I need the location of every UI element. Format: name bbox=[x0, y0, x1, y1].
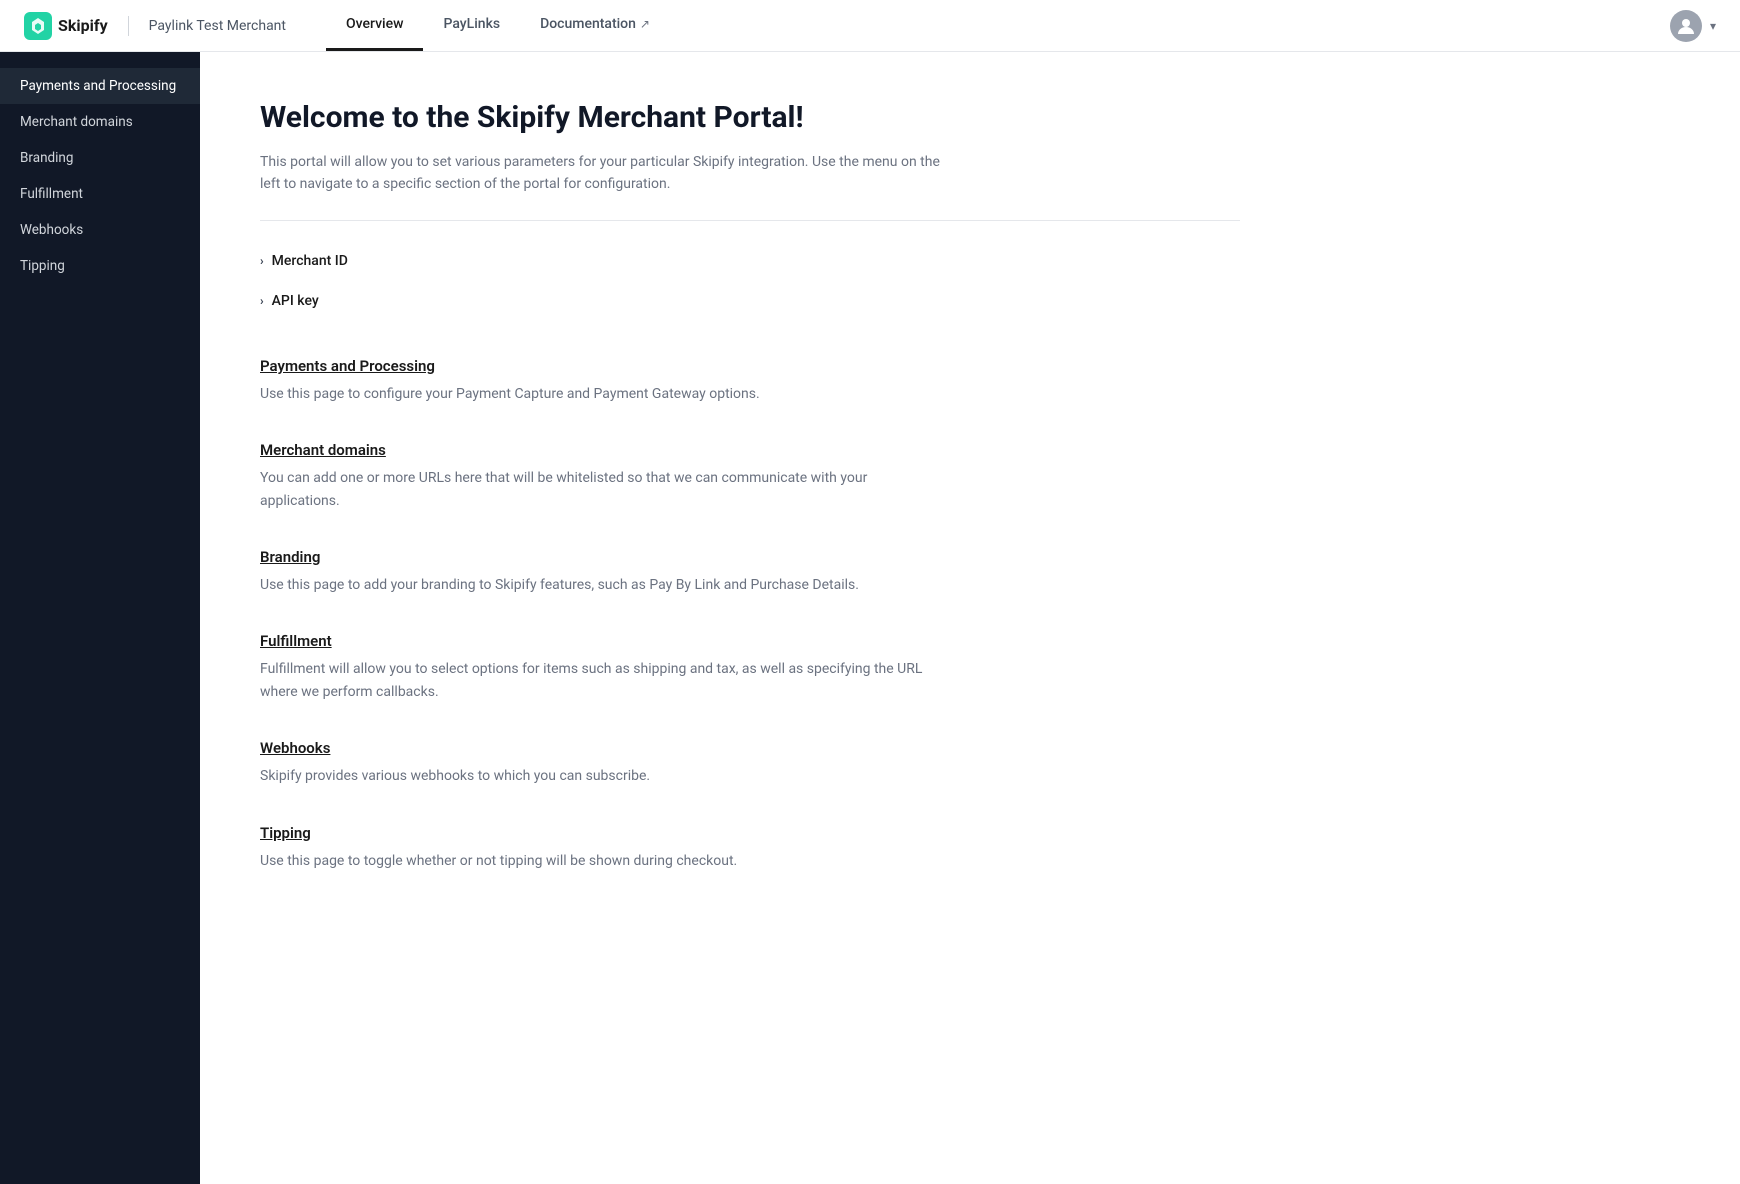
sidebar: Payments and Processing Merchant domains… bbox=[0, 52, 200, 1184]
merchant-name: Paylink Test Merchant bbox=[149, 18, 286, 34]
section-tipping: Tipping Use this page to toggle whether … bbox=[260, 824, 1240, 872]
section-desc-webhooks: Skipify provides various webhooks to whi… bbox=[260, 765, 940, 787]
sidebar-item-payments[interactable]: Payments and Processing bbox=[0, 68, 200, 104]
accordion-header-api-key[interactable]: › API key bbox=[260, 285, 1240, 317]
section-merchant-domains: Merchant domains You can add one or more… bbox=[260, 441, 1240, 512]
sidebar-item-merchant-domains[interactable]: Merchant domains bbox=[0, 104, 200, 140]
section-desc-merchant-domains: You can add one or more URLs here that w… bbox=[260, 467, 940, 512]
sidebar-item-tipping[interactable]: Tipping bbox=[0, 248, 200, 284]
user-icon bbox=[1676, 16, 1696, 36]
accordion-header-merchant-id[interactable]: › Merchant ID bbox=[260, 245, 1240, 277]
section-link-payments[interactable]: Payments and Processing bbox=[260, 357, 1240, 375]
user-avatar[interactable] bbox=[1670, 10, 1702, 42]
sidebar-item-fulfillment[interactable]: Fulfillment bbox=[0, 176, 200, 212]
page-subtitle: This portal will allow you to set variou… bbox=[260, 151, 940, 196]
user-menu-chevron[interactable]: ▾ bbox=[1710, 19, 1716, 33]
tab-overview[interactable]: Overview bbox=[326, 0, 423, 51]
sidebar-item-branding[interactable]: Branding bbox=[0, 140, 200, 176]
nav-right: ▾ bbox=[1670, 10, 1716, 42]
section-payments: Payments and Processing Use this page to… bbox=[260, 357, 1240, 405]
main-content: Welcome to the Skipify Merchant Portal! … bbox=[200, 52, 1300, 1184]
section-branding: Branding Use this page to add your brand… bbox=[260, 548, 1240, 596]
divider bbox=[260, 220, 1240, 221]
sidebar-item-webhooks[interactable]: Webhooks bbox=[0, 212, 200, 248]
spacer bbox=[260, 325, 1240, 357]
section-link-merchant-domains[interactable]: Merchant domains bbox=[260, 441, 1240, 459]
section-desc-fulfillment: Fulfillment will allow you to select opt… bbox=[260, 658, 940, 703]
section-desc-branding: Use this page to add your branding to Sk… bbox=[260, 574, 940, 596]
section-link-branding[interactable]: Branding bbox=[260, 548, 1240, 566]
section-link-tipping[interactable]: Tipping bbox=[260, 824, 1240, 842]
section-webhooks: Webhooks Skipify provides various webhoo… bbox=[260, 739, 1240, 787]
page-title: Welcome to the Skipify Merchant Portal! bbox=[260, 100, 1240, 135]
section-desc-payments: Use this page to configure your Payment … bbox=[260, 383, 940, 405]
nav-tabs: Overview PayLinks Documentation ↗ bbox=[326, 0, 670, 51]
brand-name: Skipify bbox=[58, 16, 108, 35]
accordion-merchant-id[interactable]: › Merchant ID bbox=[260, 245, 1240, 277]
skipify-logo[interactable]: Skipify bbox=[24, 12, 108, 40]
section-link-webhooks[interactable]: Webhooks bbox=[260, 739, 1240, 757]
skipify-logo-icon bbox=[24, 12, 52, 40]
brand-area: Skipify Paylink Test Merchant bbox=[24, 12, 286, 40]
tab-paylinks[interactable]: PayLinks bbox=[423, 0, 520, 51]
accordion-api-key[interactable]: › API key bbox=[260, 285, 1240, 317]
section-link-fulfillment[interactable]: Fulfillment bbox=[260, 632, 1240, 650]
section-fulfillment: Fulfillment Fulfillment will allow you t… bbox=[260, 632, 1240, 703]
page-layout: Payments and Processing Merchant domains… bbox=[0, 52, 1740, 1184]
accordion-chevron-merchant-id: › bbox=[260, 254, 264, 268]
accordion-chevron-api-key: › bbox=[260, 294, 264, 308]
top-navigation: Skipify Paylink Test Merchant Overview P… bbox=[0, 0, 1740, 52]
section-desc-tipping: Use this page to toggle whether or not t… bbox=[260, 850, 940, 872]
external-link-icon: ↗ bbox=[640, 17, 650, 31]
nav-divider bbox=[128, 16, 129, 36]
tab-documentation[interactable]: Documentation ↗ bbox=[520, 0, 670, 51]
